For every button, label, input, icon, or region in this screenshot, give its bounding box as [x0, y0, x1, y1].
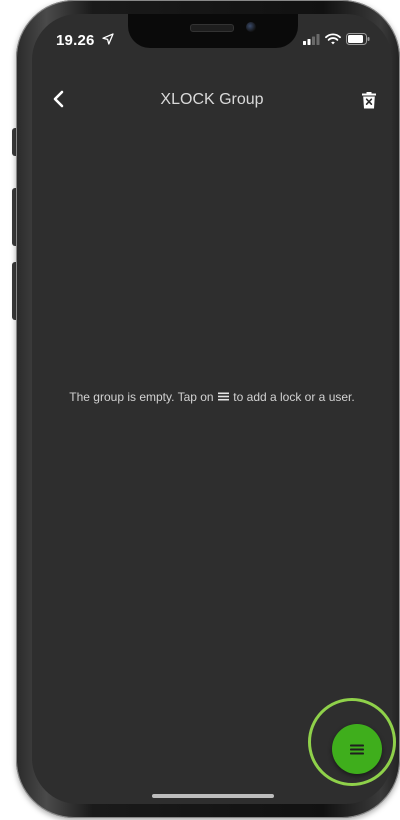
home-indicator [152, 794, 274, 798]
status-icons [303, 33, 370, 45]
empty-message-suffix: to add a lock or a user. [233, 390, 355, 404]
trash-icon [362, 91, 376, 108]
device-mockup: 19.26 XLOCK Group The group is empty. Ta… [0, 0, 400, 820]
delete-group-button[interactable] [358, 88, 380, 112]
page-title: XLOCK Group [160, 91, 264, 108]
menu-icon [350, 744, 364, 754]
wifi-icon [325, 33, 341, 45]
app-screen: 19.26 XLOCK Group The group is empty. Ta… [32, 14, 392, 804]
battery-icon [346, 33, 370, 45]
empty-message-prefix: The group is empty. Tap on [69, 390, 214, 404]
location-arrow-icon [102, 33, 114, 45]
add-menu-fab[interactable] [332, 724, 382, 774]
signal-icon [303, 34, 320, 45]
empty-state-message: The group is empty. Tap on to add a lock… [32, 390, 392, 404]
front-camera [246, 22, 256, 32]
status-time: 19.26 [56, 32, 95, 49]
menu-icon [217, 392, 229, 401]
earpiece-speaker [190, 24, 234, 32]
notch [128, 14, 298, 48]
